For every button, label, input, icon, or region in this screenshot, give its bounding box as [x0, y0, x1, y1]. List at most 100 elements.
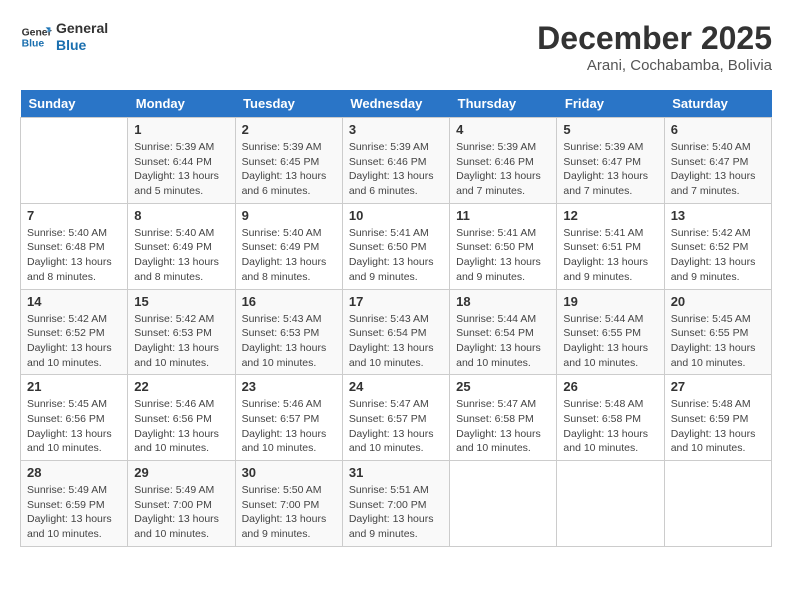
calendar-cell: 4 Sunrise: 5:39 AM Sunset: 6:46 PM Daylig… — [450, 118, 557, 204]
calendar-cell: 23 Sunrise: 5:46 AM Sunset: 6:57 PM Dayli… — [235, 375, 342, 461]
weekday-header-sunday: Sunday — [21, 90, 128, 118]
calendar-cell: 8 Sunrise: 5:40 AM Sunset: 6:49 PM Daylig… — [128, 203, 235, 289]
day-info: Sunrise: 5:51 AM Sunset: 7:00 PM Dayligh… — [349, 483, 443, 542]
day-number: 15 — [134, 294, 228, 309]
day-info: Sunrise: 5:40 AM Sunset: 6:49 PM Dayligh… — [134, 226, 228, 285]
day-number: 22 — [134, 379, 228, 394]
calendar-cell — [664, 461, 771, 547]
calendar-cell — [557, 461, 664, 547]
day-number: 18 — [456, 294, 550, 309]
day-number: 7 — [27, 208, 121, 223]
day-info: Sunrise: 5:44 AM Sunset: 6:54 PM Dayligh… — [456, 312, 550, 371]
weekday-header-friday: Friday — [557, 90, 664, 118]
location-subtitle: Arani, Cochabamba, Bolivia — [537, 57, 772, 74]
calendar-cell: 22 Sunrise: 5:46 AM Sunset: 6:56 PM Dayli… — [128, 375, 235, 461]
day-number: 10 — [349, 208, 443, 223]
day-info: Sunrise: 5:39 AM Sunset: 6:45 PM Dayligh… — [242, 140, 336, 199]
day-info: Sunrise: 5:48 AM Sunset: 6:58 PM Dayligh… — [563, 397, 657, 456]
calendar-cell: 28Sunrise: 5:49 AM Sunset: 6:59 PM Dayli… — [21, 461, 128, 547]
calendar-cell: 7 Sunrise: 5:40 AM Sunset: 6:48 PM Daylig… — [21, 203, 128, 289]
day-number: 2 — [242, 122, 336, 137]
calendar-cell: 3 Sunrise: 5:39 AM Sunset: 6:46 PM Daylig… — [342, 118, 449, 204]
day-info: Sunrise: 5:42 AM Sunset: 6:53 PM Dayligh… — [134, 312, 228, 371]
day-number: 19 — [563, 294, 657, 309]
day-info: Sunrise: 5:41 AM Sunset: 6:50 PM Dayligh… — [349, 226, 443, 285]
day-number: 29 — [134, 465, 228, 480]
calendar-week-2: 7 Sunrise: 5:40 AM Sunset: 6:48 PM Daylig… — [21, 203, 772, 289]
day-info: Sunrise: 5:45 AM Sunset: 6:55 PM Dayligh… — [671, 312, 765, 371]
calendar-cell — [450, 461, 557, 547]
day-info: Sunrise: 5:39 AM Sunset: 6:44 PM Dayligh… — [134, 140, 228, 199]
day-number: 13 — [671, 208, 765, 223]
calendar-week-4: 21Sunrise: 5:45 AM Sunset: 6:56 PM Dayli… — [21, 375, 772, 461]
calendar-cell: 16 Sunrise: 5:43 AM Sunset: 6:53 PM Dayli… — [235, 289, 342, 375]
page-header: General Blue General Blue December 2025 … — [20, 20, 772, 74]
day-number: 12 — [563, 208, 657, 223]
calendar-cell: 31 Sunrise: 5:51 AM Sunset: 7:00 PM Dayli… — [342, 461, 449, 547]
calendar-cell: 5 Sunrise: 5:39 AM Sunset: 6:47 PM Daylig… — [557, 118, 664, 204]
day-number: 25 — [456, 379, 550, 394]
day-number: 17 — [349, 294, 443, 309]
calendar-cell: 21Sunrise: 5:45 AM Sunset: 6:56 PM Dayli… — [21, 375, 128, 461]
logo-line2: Blue — [56, 37, 108, 54]
day-number: 8 — [134, 208, 228, 223]
calendar-cell: 20Sunrise: 5:45 AM Sunset: 6:55 PM Dayli… — [664, 289, 771, 375]
title-block: December 2025 Arani, Cochabamba, Bolivia — [537, 20, 772, 74]
day-number: 16 — [242, 294, 336, 309]
weekday-header-thursday: Thursday — [450, 90, 557, 118]
weekday-header-monday: Monday — [128, 90, 235, 118]
day-number: 14 — [27, 294, 121, 309]
day-info: Sunrise: 5:39 AM Sunset: 6:47 PM Dayligh… — [563, 140, 657, 199]
day-number: 5 — [563, 122, 657, 137]
day-number: 28 — [27, 465, 121, 480]
day-number: 31 — [349, 465, 443, 480]
logo-icon: General Blue — [20, 21, 52, 53]
day-info: Sunrise: 5:50 AM Sunset: 7:00 PM Dayligh… — [242, 483, 336, 542]
calendar-cell: 9Sunrise: 5:40 AM Sunset: 6:49 PM Daylig… — [235, 203, 342, 289]
calendar-cell: 30 Sunrise: 5:50 AM Sunset: 7:00 PM Dayli… — [235, 461, 342, 547]
day-info: Sunrise: 5:42 AM Sunset: 6:52 PM Dayligh… — [27, 312, 121, 371]
calendar-cell: 19 Sunrise: 5:44 AM Sunset: 6:55 PM Dayli… — [557, 289, 664, 375]
day-number: 3 — [349, 122, 443, 137]
calendar-cell: 13Sunrise: 5:42 AM Sunset: 6:52 PM Dayli… — [664, 203, 771, 289]
weekday-header-tuesday: Tuesday — [235, 90, 342, 118]
day-info: Sunrise: 5:41 AM Sunset: 6:50 PM Dayligh… — [456, 226, 550, 285]
calendar-cell: 14 Sunrise: 5:42 AM Sunset: 6:52 PM Dayli… — [21, 289, 128, 375]
day-info: Sunrise: 5:46 AM Sunset: 6:56 PM Dayligh… — [134, 397, 228, 456]
day-info: Sunrise: 5:39 AM Sunset: 6:46 PM Dayligh… — [456, 140, 550, 199]
day-info: Sunrise: 5:43 AM Sunset: 6:53 PM Dayligh… — [242, 312, 336, 371]
calendar-cell: 1 Sunrise: 5:39 AM Sunset: 6:44 PM Daylig… — [128, 118, 235, 204]
day-info: Sunrise: 5:48 AM Sunset: 6:59 PM Dayligh… — [671, 397, 765, 456]
weekday-header-row: SundayMondayTuesdayWednesdayThursdayFrid… — [21, 90, 772, 118]
day-info: Sunrise: 5:41 AM Sunset: 6:51 PM Dayligh… — [563, 226, 657, 285]
day-info: Sunrise: 5:40 AM Sunset: 6:48 PM Dayligh… — [27, 226, 121, 285]
calendar-cell: 29 Sunrise: 5:49 AM Sunset: 7:00 PM Dayli… — [128, 461, 235, 547]
calendar-cell: 15 Sunrise: 5:42 AM Sunset: 6:53 PM Dayli… — [128, 289, 235, 375]
weekday-header-saturday: Saturday — [664, 90, 771, 118]
day-info: Sunrise: 5:47 AM Sunset: 6:58 PM Dayligh… — [456, 397, 550, 456]
day-info: Sunrise: 5:46 AM Sunset: 6:57 PM Dayligh… — [242, 397, 336, 456]
day-number: 23 — [242, 379, 336, 394]
calendar-cell: 17Sunrise: 5:43 AM Sunset: 6:54 PM Dayli… — [342, 289, 449, 375]
day-info: Sunrise: 5:39 AM Sunset: 6:46 PM Dayligh… — [349, 140, 443, 199]
calendar-cell: 12 Sunrise: 5:41 AM Sunset: 6:51 PM Dayli… — [557, 203, 664, 289]
day-number: 26 — [563, 379, 657, 394]
weekday-header-wednesday: Wednesday — [342, 90, 449, 118]
day-number: 30 — [242, 465, 336, 480]
calendar-cell: 25 Sunrise: 5:47 AM Sunset: 6:58 PM Dayli… — [450, 375, 557, 461]
calendar-cell: 2 Sunrise: 5:39 AM Sunset: 6:45 PM Daylig… — [235, 118, 342, 204]
calendar-table: SundayMondayTuesdayWednesdayThursdayFrid… — [20, 90, 772, 547]
day-number: 4 — [456, 122, 550, 137]
calendar-week-1: 1 Sunrise: 5:39 AM Sunset: 6:44 PM Daylig… — [21, 118, 772, 204]
calendar-cell: 27Sunrise: 5:48 AM Sunset: 6:59 PM Dayli… — [664, 375, 771, 461]
calendar-cell — [21, 118, 128, 204]
day-info: Sunrise: 5:40 AM Sunset: 6:49 PM Dayligh… — [242, 226, 336, 285]
calendar-cell: 11Sunrise: 5:41 AM Sunset: 6:50 PM Dayli… — [450, 203, 557, 289]
day-info: Sunrise: 5:44 AM Sunset: 6:55 PM Dayligh… — [563, 312, 657, 371]
day-info: Sunrise: 5:47 AM Sunset: 6:57 PM Dayligh… — [349, 397, 443, 456]
day-number: 1 — [134, 122, 228, 137]
calendar-cell: 10 Sunrise: 5:41 AM Sunset: 6:50 PM Dayli… — [342, 203, 449, 289]
day-info: Sunrise: 5:49 AM Sunset: 7:00 PM Dayligh… — [134, 483, 228, 542]
day-number: 6 — [671, 122, 765, 137]
calendar-week-3: 14 Sunrise: 5:42 AM Sunset: 6:52 PM Dayli… — [21, 289, 772, 375]
